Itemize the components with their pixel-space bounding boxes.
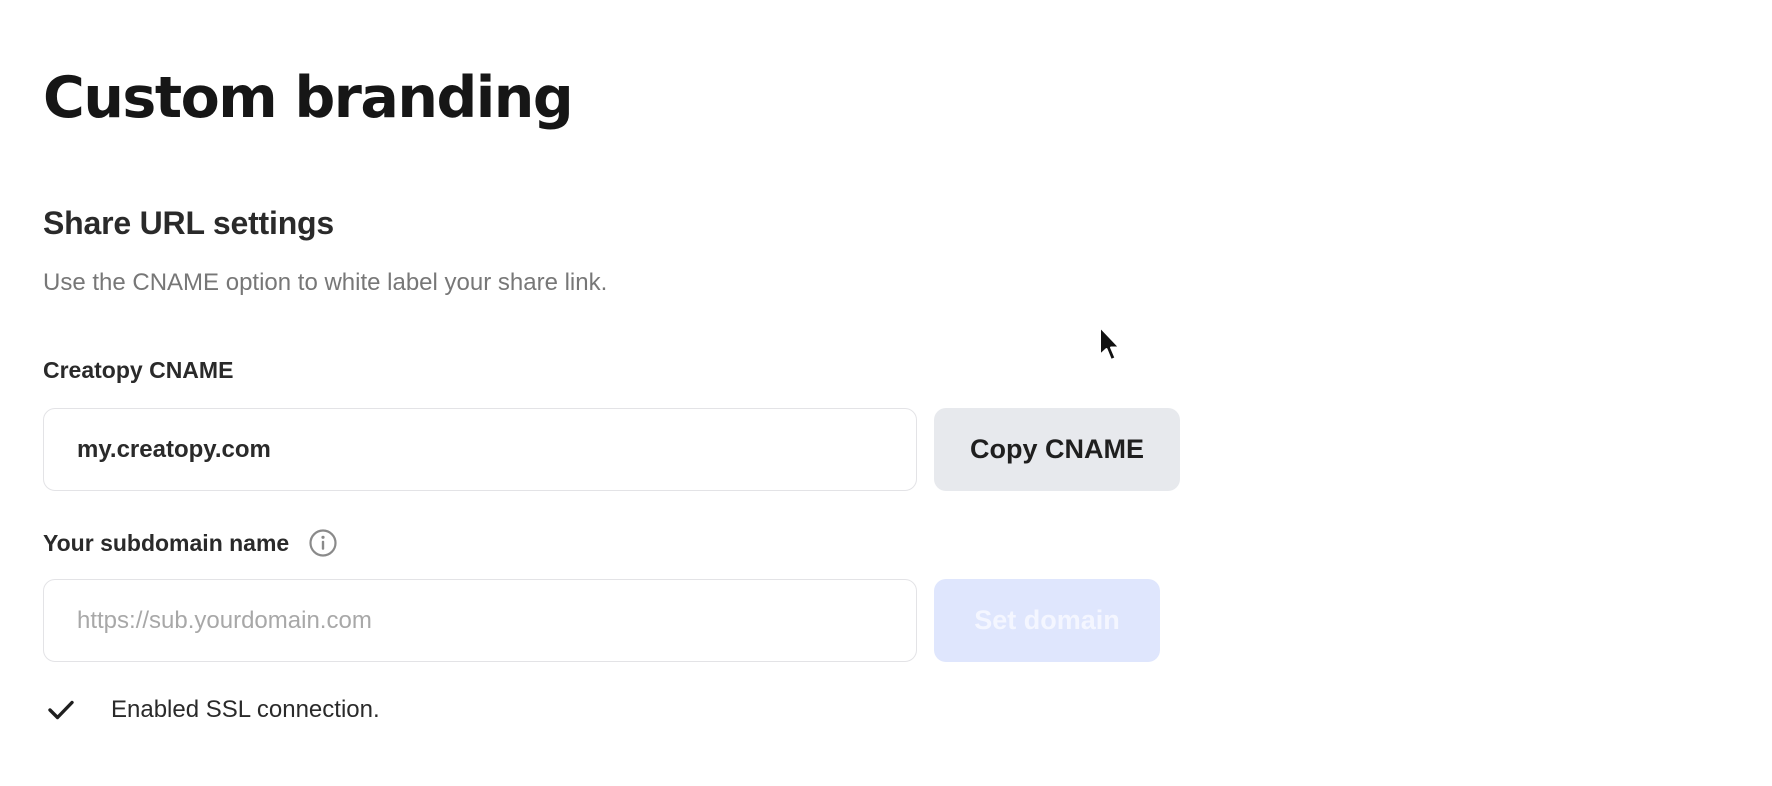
subdomain-input[interactable] [43, 579, 917, 662]
section-description: Use the CNAME option to white label your… [43, 269, 608, 296]
subdomain-label-row: Your subdomain name [43, 528, 338, 558]
ssl-status-text: Enabled SSL connection. [111, 696, 380, 723]
copy-cname-button[interactable]: Copy CNAME [934, 408, 1180, 491]
page-title: Custom branding [43, 65, 574, 131]
subdomain-label: Your subdomain name [43, 529, 290, 556]
set-domain-button[interactable]: Set domain [934, 579, 1160, 662]
checkmark-icon [45, 694, 77, 726]
section-heading-share-url: Share URL settings [43, 205, 334, 241]
cname-field[interactable] [43, 408, 917, 491]
info-icon[interactable] [308, 528, 338, 558]
cname-label: Creatopy CNAME [43, 357, 234, 383]
mouse-cursor-icon [1099, 326, 1121, 361]
ssl-status: Enabled SSL connection. [45, 694, 380, 726]
